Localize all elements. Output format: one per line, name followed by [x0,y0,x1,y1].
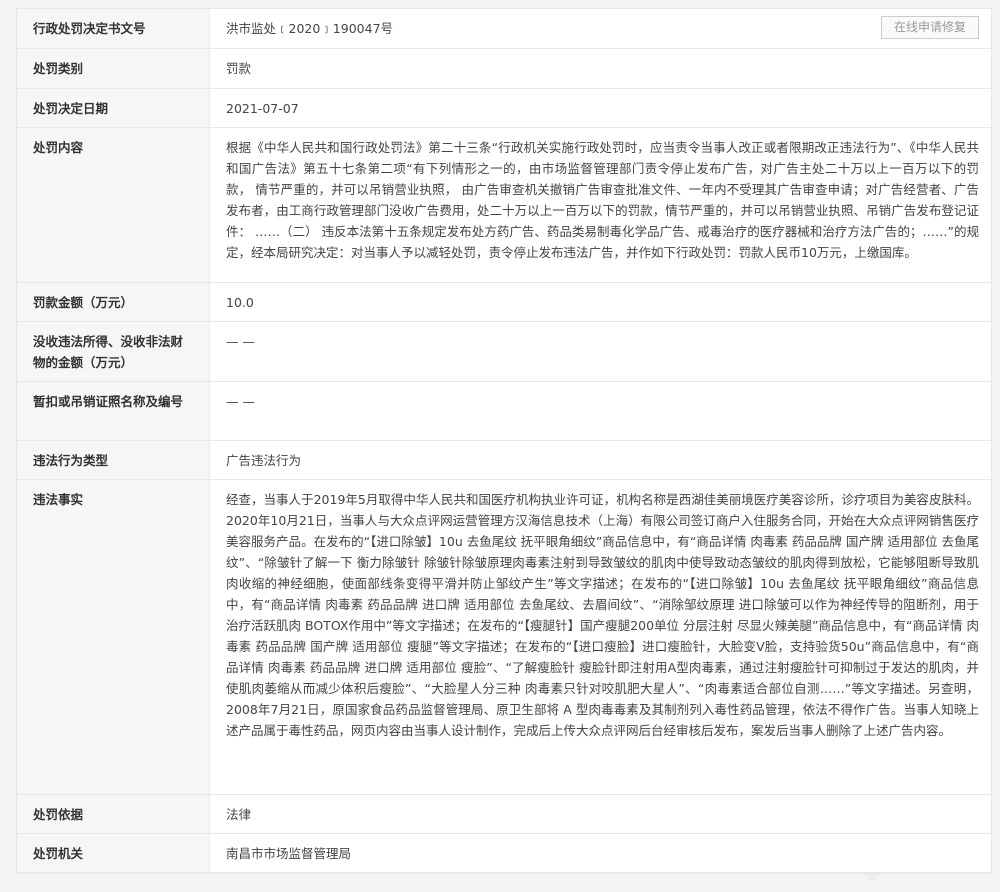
field-label: 暂扣或吊销证照名称及编号 [17,381,210,441]
row-violation-facts: 违法事实 经查，当事人于2019年5月取得中华人民共和国医疗机构执业许可证，机构… [17,479,991,795]
row-penalty-content: 处罚内容 根据《中华人民共和国行政处罚法》第二十三条“行政机关实施行政处罚时，应… [17,127,991,283]
online-repair-button[interactable]: 在线申请修复 [880,16,979,39]
row-penalty-category: 处罚类别 罚款 [17,48,991,89]
field-value: 10.0 [209,282,991,322]
field-label: 处罚类别 [17,48,210,89]
field-label: 处罚决定日期 [17,88,210,128]
field-value: 根据《中华人民共和国行政处罚法》第二十三条“行政机关实施行政处罚时，应当责令当事… [209,127,991,283]
field-label: 行政处罚决定书文号 [17,9,210,49]
row-fine-amount: 罚款金额（万元） 10.0 [17,282,991,322]
row-violation-type: 违法行为类型 广告违法行为 [17,440,991,480]
field-label: 罚款金额（万元） [17,282,210,322]
field-value: 2021-07-07 [209,88,991,128]
field-value: — — [209,381,991,441]
penalty-detail-table: 行政处罚决定书文号 洪市监处﹝2020﹞190047号 在线申请修复 处罚类别 … [16,8,992,874]
row-penalty-basis: 处罚依据 法律 [17,794,991,834]
row-decision-number: 行政处罚决定书文号 洪市监处﹝2020﹞190047号 在线申请修复 [17,9,991,49]
field-value: 广告违法行为 [209,440,991,480]
field-label: 处罚内容 [17,127,210,283]
row-license-revoked: 暂扣或吊销证照名称及编号 — — [17,381,991,441]
field-label: 违法事实 [17,479,210,795]
field-label: 没收违法所得、没收非法财物的金额（万元） [17,321,210,382]
field-label: 违法行为类型 [17,440,210,480]
row-confiscated-amount: 没收违法所得、没收非法财物的金额（万元） — — [17,321,991,382]
field-value: — — [209,321,991,382]
field-label: 处罚依据 [17,794,210,834]
field-value: 罚款 [209,48,991,89]
field-value: 南昌市市场监督管理局 [209,833,991,873]
field-label: 处罚机关 [17,833,210,873]
field-value: 经查，当事人于2019年5月取得中华人民共和国医疗机构执业许可证，机构名称是西湖… [209,479,991,795]
field-value: 法律 [209,794,991,834]
row-penalty-authority: 处罚机关 南昌市市场监督管理局 [17,833,991,873]
row-decision-date: 处罚决定日期 2021-07-07 [17,88,991,128]
field-value: 洪市监处﹝2020﹞190047号 [226,21,394,36]
